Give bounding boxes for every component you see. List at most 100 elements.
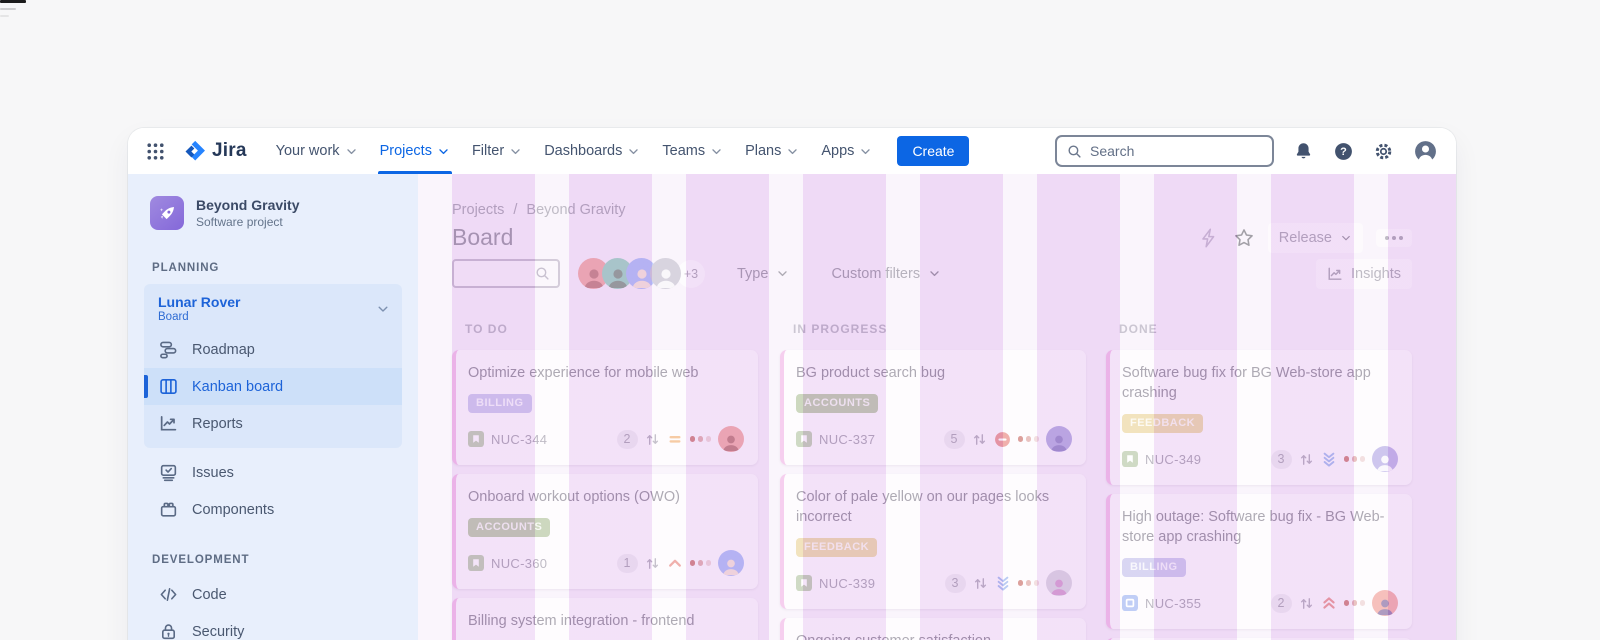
- board-toolbar: +3 Type Custom filters: [452, 258, 941, 289]
- breadcrumb-current-project[interactable]: Beyond Gravity: [526, 202, 625, 218]
- automation-lightning-icon[interactable]: [1198, 227, 1220, 249]
- status-dots-icon: [1343, 456, 1365, 462]
- issue-key: NUC-344: [491, 431, 548, 447]
- story-points-badge: 3: [1270, 449, 1292, 469]
- card-title: Optimize experience for mobile web: [468, 365, 699, 381]
- nav-utility-icons: [1293, 139, 1438, 164]
- create-button[interactable]: Create: [897, 136, 970, 166]
- subtask-icon: [972, 432, 987, 447]
- sidebar-item-code[interactable]: Code: [144, 576, 402, 613]
- label-chip: BILLING: [468, 394, 532, 413]
- page-title: Board: [452, 224, 514, 250]
- chevron-down-icon: [345, 145, 358, 158]
- sidebar-item-roadmap[interactable]: Roadmap: [144, 331, 402, 368]
- settings-gear-icon[interactable]: [1373, 141, 1394, 162]
- top-navigation-bar: Jira Your work Projects Filter Dashboard…: [128, 128, 1456, 174]
- priority-highest-icon: [1321, 595, 1337, 611]
- nav-item-plans[interactable]: Plans: [734, 128, 810, 174]
- board-search-input[interactable]: [452, 259, 560, 288]
- label-chip: ACCOUNTS: [468, 518, 551, 537]
- app-switcher-icon[interactable]: [146, 142, 165, 161]
- profile-avatar[interactable]: [1413, 139, 1438, 164]
- reports-chart-icon: [158, 414, 178, 433]
- assignee-avatar: [1046, 570, 1072, 596]
- board-group-name: Lunar Rover: [158, 294, 241, 310]
- nav-item-filter[interactable]: Filter: [461, 128, 533, 174]
- story-type-icon: [796, 431, 812, 447]
- notifications-icon[interactable]: [1293, 141, 1314, 162]
- task-type-icon: [1122, 595, 1138, 611]
- board-switcher[interactable]: Lunar Rover Board: [144, 284, 402, 331]
- components-icon: [158, 500, 178, 519]
- status-dots-icon: [689, 560, 711, 566]
- sidebar-item-security[interactable]: Security: [144, 613, 402, 640]
- story-points-badge: 1: [616, 553, 638, 573]
- project-header[interactable]: Beyond Gravity Software project: [144, 196, 402, 230]
- code-icon: [158, 585, 178, 604]
- custom-filters-dropdown[interactable]: Custom filters: [831, 266, 941, 282]
- column-header: DONE: [1119, 322, 1158, 336]
- nav-item-your-work[interactable]: Your work: [265, 128, 369, 174]
- star-favorite-icon[interactable]: [1233, 227, 1255, 249]
- assignee-avatar-stack[interactable]: +3: [578, 258, 705, 289]
- type-filter-dropdown[interactable]: Type: [737, 266, 789, 282]
- breadcrumb-separator: /: [513, 202, 518, 218]
- issue-key: NUC-360: [491, 555, 548, 571]
- search-input[interactable]: [1090, 143, 1263, 159]
- assignee-avatar: [1372, 446, 1398, 472]
- card-title: Billing system integration - frontend: [468, 613, 695, 629]
- issue-card[interactable]: Software bug fix for BG Web-store app cr…: [1106, 350, 1412, 485]
- card-title: High outage: Software bug fix - BG Web-s…: [1122, 509, 1385, 545]
- nav-item-apps[interactable]: Apps: [810, 128, 883, 174]
- board-header-actions: Release: [1198, 223, 1412, 253]
- sidebar-item-kanban-board[interactable]: Kanban board: [144, 368, 402, 405]
- sidebar-item-components[interactable]: Components: [144, 491, 402, 528]
- status-dots-icon: [1017, 436, 1039, 442]
- sidebar-item-reports[interactable]: Reports: [144, 405, 402, 442]
- project-name: Beyond Gravity: [196, 197, 300, 213]
- chevron-down-icon: [928, 267, 941, 280]
- global-search[interactable]: [1055, 135, 1274, 167]
- nav-item-dashboards[interactable]: Dashboards: [533, 128, 651, 174]
- label-chip: BILLING: [1122, 558, 1186, 577]
- issue-card[interactable]: Billing system integration - frontend FO…: [452, 598, 758, 640]
- chevron-down-icon: [859, 145, 872, 158]
- issue-card[interactable]: BG product search bug ACCOUNTS NUC-337 5: [780, 350, 1086, 465]
- board-column-done: DONE Software bug fix for BG Web-store a…: [1106, 322, 1412, 640]
- board-group: Lunar Rover Board Roadmap Kanban board R…: [144, 284, 402, 448]
- card-title: Software bug fix for BG Web-store app cr…: [1122, 365, 1371, 401]
- jira-logo-icon: [183, 139, 208, 164]
- chevron-down-icon: [1340, 232, 1352, 244]
- ellipsis-icon: [1385, 236, 1403, 240]
- nav-item-teams[interactable]: Teams: [651, 128, 734, 174]
- help-icon[interactable]: [1333, 141, 1354, 162]
- priority-lowest-icon: [1321, 451, 1337, 467]
- project-avatar-rocket-icon: [150, 196, 184, 230]
- subtask-icon: [1299, 452, 1314, 467]
- avatar-overflow-badge[interactable]: +3: [677, 259, 705, 288]
- issue-card[interactable]: Color of pale yellow on our pages looks …: [780, 474, 1086, 609]
- issue-card[interactable]: Optimize experience for mobile web BILLI…: [452, 350, 758, 465]
- card-title: Color of pale yellow on our pages looks …: [796, 489, 1050, 525]
- jira-logo[interactable]: Jira: [183, 139, 247, 164]
- card-title: Onboard workout options (OWO): [468, 489, 680, 505]
- issues-icon: [158, 463, 178, 482]
- priority-medium-icon: [667, 431, 683, 447]
- nav-item-projects[interactable]: Projects: [369, 128, 461, 174]
- sidebar-item-issues[interactable]: Issues: [144, 454, 402, 491]
- story-type-icon: [468, 431, 484, 447]
- issue-card[interactable]: Ongoing customer satisfaction: [780, 618, 1086, 640]
- issue-card[interactable]: High outage: Software bug fix - BG Web-s…: [1106, 494, 1412, 629]
- insights-button[interactable]: Insights: [1316, 259, 1412, 289]
- card-title: Ongoing customer satisfaction: [796, 631, 1072, 640]
- screen-corner-artifact: [0, 0, 26, 17]
- more-options-button[interactable]: [1376, 229, 1412, 247]
- chevron-down-icon: [710, 145, 723, 158]
- issue-key: NUC-349: [1145, 451, 1202, 467]
- release-button[interactable]: Release: [1267, 223, 1363, 253]
- project-type: Software project: [196, 215, 283, 229]
- assignee-avatar: [718, 426, 744, 452]
- breadcrumb-projects-link[interactable]: Projects: [452, 202, 504, 218]
- issue-card[interactable]: Onboard workout options (OWO) ACCOUNTS N…: [452, 474, 758, 589]
- label-chip: FEEDBACK: [1122, 414, 1204, 433]
